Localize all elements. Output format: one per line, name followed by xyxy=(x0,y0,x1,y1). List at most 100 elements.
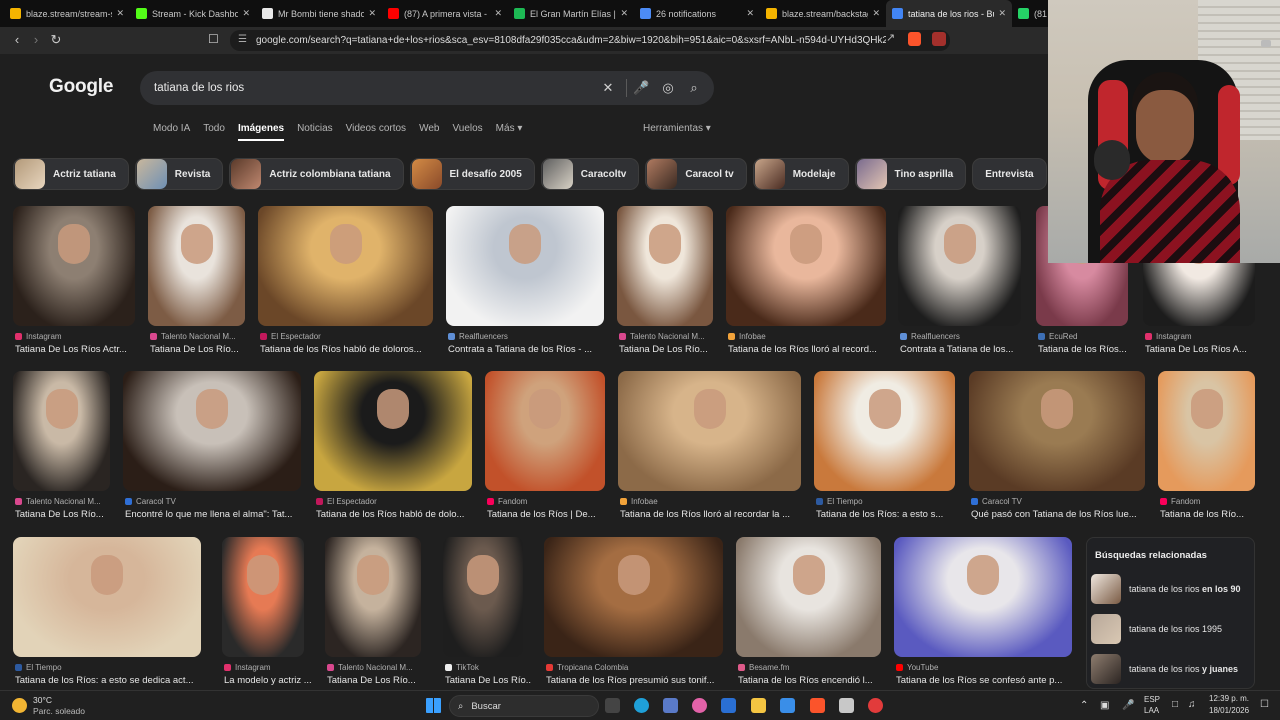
result-thumbnail[interactable] xyxy=(443,537,523,657)
result-thumbnail[interactable] xyxy=(13,371,110,491)
image-result[interactable]: Realfluencers Contrata a Tatiana de los..… xyxy=(898,206,1021,356)
tray-chevron-icon[interactable]: ⌃ xyxy=(1080,700,1088,711)
result-caption[interactable]: Tatiana De Los Río... xyxy=(15,509,118,520)
result-thumbnail[interactable] xyxy=(314,371,472,491)
result-thumbnail[interactable] xyxy=(325,537,421,657)
result-source[interactable]: Realfluencers xyxy=(448,332,606,341)
result-thumbnail[interactable] xyxy=(485,371,605,491)
filter-tab[interactable]: Web xyxy=(419,123,439,141)
image-result[interactable]: Besame.fm Tatiana de los Ríos encendió l.… xyxy=(736,537,881,687)
result-source[interactable]: TikTok xyxy=(445,663,525,672)
image-result[interactable]: Fandom Tatiana de los Río... xyxy=(1158,371,1255,521)
image-result[interactable]: El Tiempo Tatiana de los Ríos: a esto s..… xyxy=(814,371,955,521)
result-caption[interactable]: Tatiana de los Ríos: a esto s... xyxy=(816,509,963,520)
browser-tab[interactable]: tatiana de los rios - Bu ✕ xyxy=(886,0,1012,27)
start-icon[interactable] xyxy=(426,698,441,713)
snipping-icon[interactable] xyxy=(663,698,678,713)
browser-tab[interactable]: El Gran Martín Elías | Spot ✕ xyxy=(508,0,634,27)
browser-tab[interactable]: Mr Bombi tiene shadowba✕ xyxy=(256,0,382,27)
result-source[interactable]: EcuRed xyxy=(1038,332,1130,341)
result-thumbnail[interactable] xyxy=(618,371,801,491)
result-caption[interactable]: Tatiana De Los Río... xyxy=(327,675,429,686)
result-thumbnail[interactable] xyxy=(1158,371,1255,491)
result-caption[interactable]: Tatiana de los Ríos habló de doloros... xyxy=(260,344,441,355)
image-result[interactable]: YouTube Tatiana de los Ríos se confesó an… xyxy=(894,537,1072,687)
image-result[interactable]: TikTok Tatiana De Los Río... xyxy=(443,537,531,687)
result-caption[interactable]: Tatiana De Los Ríos A... xyxy=(1145,344,1263,355)
edge-icon[interactable] xyxy=(634,698,649,713)
tools-button[interactable]: Herramientas ▾ xyxy=(643,123,711,134)
clock-time[interactable]: 12:39 p. m. xyxy=(1209,694,1249,703)
tab-close-icon[interactable]: ✕ xyxy=(998,8,1006,19)
tab-close-icon[interactable]: ✕ xyxy=(494,8,502,19)
brave-taskbar-icon[interactable] xyxy=(810,698,825,713)
result-source[interactable]: Caracol TV xyxy=(125,497,303,506)
image-result[interactable]: Talento Nacional M... Tatiana De Los Río.… xyxy=(13,371,110,521)
related-search-item[interactable]: tatiana de los rios y juanes xyxy=(1091,653,1251,685)
browser-tab[interactable]: Stream - Kick Dashboa ✕ xyxy=(130,0,256,27)
copilot-icon[interactable] xyxy=(692,698,707,713)
browser-tab[interactable]: blaze.stream/stream-setti ✕ xyxy=(4,0,130,27)
result-source[interactable]: Talento Nacional M... xyxy=(15,497,112,506)
tab-close-icon[interactable]: ✕ xyxy=(368,8,376,19)
result-caption[interactable]: Tatiana De Los Río... xyxy=(619,344,721,355)
store-icon[interactable] xyxy=(721,698,736,713)
search-query[interactable]: tatiana de los rios xyxy=(154,82,244,94)
result-source[interactable]: Talento Nacional M... xyxy=(150,332,247,341)
filter-tab[interactable]: Todo xyxy=(203,123,225,141)
result-thumbnail[interactable] xyxy=(894,537,1072,657)
microphone-icon[interactable]: 🎤 xyxy=(633,80,649,96)
result-thumbnail[interactable] xyxy=(726,206,886,326)
bookmark-icon[interactable]: ☐ xyxy=(208,32,219,46)
lang-top[interactable]: ESP xyxy=(1144,695,1160,704)
suggestion-chip[interactable]: Tino asprilla xyxy=(854,158,967,190)
filter-tab[interactable]: Modo IA xyxy=(153,123,190,141)
reload-icon[interactable]: ↻ xyxy=(47,32,65,48)
result-source[interactable]: El Espectador xyxy=(316,497,474,506)
image-result[interactable]: El Espectador Tatiana de los Ríos habló d… xyxy=(314,371,472,521)
result-thumbnail[interactable] xyxy=(13,206,135,326)
brave-shield-icon[interactable] xyxy=(908,32,921,46)
side-scroll-handle[interactable] xyxy=(1261,40,1271,47)
image-result[interactable]: Caracol TV Qué pasó con Tatiana de los Rí… xyxy=(969,371,1145,521)
result-caption[interactable]: Tatiana de los Ríos... xyxy=(1038,344,1136,355)
search-icon[interactable]: ⌕ xyxy=(686,80,702,96)
weather-temp[interactable]: 30°C xyxy=(33,695,52,705)
filter-tab[interactable]: Vuelos xyxy=(452,123,482,141)
result-source[interactable]: Instagram xyxy=(224,663,306,672)
image-result[interactable]: Infobae Tatiana de los Ríos lloró al reco… xyxy=(618,371,801,521)
result-thumbnail[interactable] xyxy=(123,371,301,491)
suggestion-chip[interactable]: Actriz tatiana xyxy=(13,158,129,190)
result-source[interactable]: Infobae xyxy=(728,332,888,341)
result-thumbnail[interactable] xyxy=(969,371,1145,491)
filter-tab[interactable]: Más ▾ xyxy=(496,123,523,141)
result-source[interactable]: Instagram xyxy=(1145,332,1257,341)
lang-bottom[interactable]: LAA xyxy=(1144,706,1159,715)
result-source[interactable]: YouTube xyxy=(896,663,1074,672)
tab-close-icon[interactable]: ✕ xyxy=(746,8,754,19)
result-caption[interactable]: Tatiana de los Ríos presumió sus tonif..… xyxy=(546,675,731,686)
result-caption[interactable]: Tatiana de los Ríos lloró al recordar la… xyxy=(620,509,809,520)
browser-tab[interactable]: (87) A primera vista - Pipe ✕ xyxy=(382,0,508,27)
brave-rewards-icon[interactable] xyxy=(932,32,946,46)
lens-icon[interactable]: ◎ xyxy=(660,80,676,96)
result-source[interactable]: Besame.fm xyxy=(738,663,883,672)
tab-close-icon[interactable]: ✕ xyxy=(242,8,250,19)
result-thumbnail[interactable] xyxy=(258,206,433,326)
image-result[interactable]: Instagram Tatiana De Los Ríos Actr... xyxy=(13,206,135,356)
tray-mic-icon[interactable]: 🎤 xyxy=(1122,700,1134,711)
image-result[interactable]: Instagram La modelo y actriz ... xyxy=(222,537,312,687)
result-source[interactable]: Talento Nacional M... xyxy=(327,663,423,672)
result-source[interactable]: Tropicana Colombia xyxy=(546,663,725,672)
suggestion-chip[interactable]: Caracol tv xyxy=(645,158,747,190)
suggestion-chip[interactable]: Revista xyxy=(134,158,224,190)
result-source[interactable]: Fandom xyxy=(487,497,607,506)
app2-icon[interactable] xyxy=(839,698,854,713)
suggestion-chip[interactable]: Caracoltv xyxy=(540,158,640,190)
tab-close-icon[interactable]: ✕ xyxy=(116,8,124,19)
share-icon[interactable]: ↗ xyxy=(886,31,895,44)
image-result[interactable]: Tropicana Colombia Tatiana de los Ríos pr… xyxy=(544,537,723,687)
site-info-icon[interactable]: ☰ xyxy=(238,34,247,45)
result-source[interactable]: Talento Nacional M... xyxy=(619,332,715,341)
result-caption[interactable]: Tatiana de los Ríos lloró al record... xyxy=(728,344,894,355)
